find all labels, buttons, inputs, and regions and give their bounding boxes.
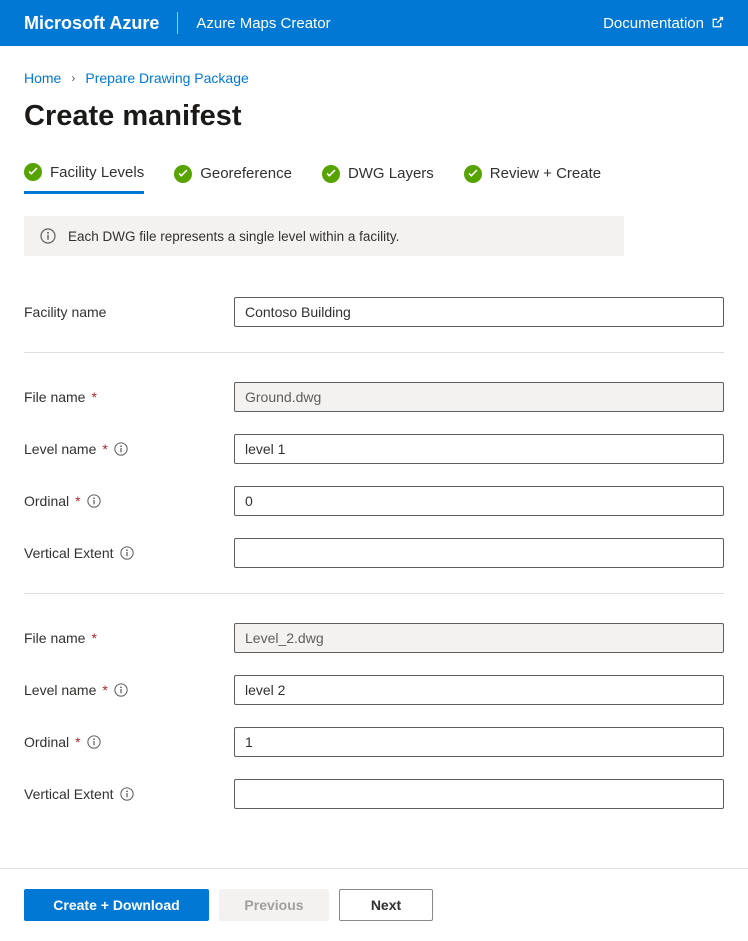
file-name-label: File name * bbox=[24, 389, 234, 405]
vertical-extent-input[interactable] bbox=[234, 779, 724, 809]
breadcrumb: Home › Prepare Drawing Package bbox=[24, 70, 724, 86]
tab-dwg-layers[interactable]: DWG Layers bbox=[322, 163, 434, 194]
required-asterisk: * bbox=[75, 493, 80, 509]
label-text: Level name bbox=[24, 682, 96, 698]
facility-name-input[interactable] bbox=[234, 297, 724, 327]
brand-label: Microsoft Azure bbox=[24, 13, 159, 34]
info-icon[interactable] bbox=[114, 683, 128, 697]
info-icon[interactable] bbox=[120, 787, 134, 801]
tab-review-create[interactable]: Review + Create bbox=[464, 163, 601, 194]
level-name-input[interactable] bbox=[234, 675, 724, 705]
previous-button: Previous bbox=[219, 889, 329, 921]
label-text: Ordinal bbox=[24, 493, 69, 509]
label-text: File name bbox=[24, 389, 85, 405]
tab-label: DWG Layers bbox=[348, 165, 434, 182]
check-circle-icon bbox=[322, 165, 340, 183]
external-link-icon bbox=[710, 16, 724, 30]
info-icon[interactable] bbox=[114, 442, 128, 456]
required-asterisk: * bbox=[102, 441, 107, 457]
ordinal-input[interactable] bbox=[234, 727, 724, 757]
info-icon[interactable] bbox=[120, 546, 134, 560]
info-message-bar: Each DWG file represents a single level … bbox=[24, 216, 624, 256]
info-message-text: Each DWG file represents a single level … bbox=[68, 229, 399, 244]
tab-georeference[interactable]: Georeference bbox=[174, 163, 292, 194]
check-circle-icon bbox=[24, 163, 42, 181]
divider bbox=[24, 352, 724, 353]
vertical-extent-input[interactable] bbox=[234, 538, 724, 568]
footer-bar: Create + Download Previous Next bbox=[0, 868, 748, 941]
check-circle-icon bbox=[464, 165, 482, 183]
level-name-row: Level name * bbox=[24, 423, 724, 475]
file-name-input bbox=[234, 623, 724, 653]
file-name-label: File name * bbox=[24, 630, 234, 646]
breadcrumb-prepare[interactable]: Prepare Drawing Package bbox=[85, 70, 248, 86]
required-asterisk: * bbox=[91, 630, 96, 646]
banner-divider bbox=[177, 12, 178, 34]
wizard-tabs: Facility Levels Georeference DWG Layers … bbox=[24, 163, 724, 194]
tab-label: Georeference bbox=[200, 165, 292, 182]
vertical-extent-label: Vertical Extent bbox=[24, 786, 234, 802]
check-circle-icon bbox=[174, 165, 192, 183]
vertical-extent-label: Vertical Extent bbox=[24, 545, 234, 561]
top-banner: Microsoft Azure Azure Maps Creator Docum… bbox=[0, 0, 748, 46]
required-asterisk: * bbox=[75, 734, 80, 750]
breadcrumb-home[interactable]: Home bbox=[24, 70, 61, 86]
file-name-input bbox=[234, 382, 724, 412]
documentation-link-label: Documentation bbox=[603, 15, 704, 32]
label-text: Vertical Extent bbox=[24, 786, 114, 802]
tab-label: Review + Create bbox=[490, 165, 601, 182]
label-text: Ordinal bbox=[24, 734, 69, 750]
label-text: Level name bbox=[24, 441, 96, 457]
level-name-row: Level name * bbox=[24, 664, 724, 716]
chevron-right-icon: › bbox=[71, 71, 75, 85]
level-name-input[interactable] bbox=[234, 434, 724, 464]
next-button[interactable]: Next bbox=[339, 889, 433, 921]
required-asterisk: * bbox=[102, 682, 107, 698]
label-text: Facility name bbox=[24, 304, 106, 320]
vertical-extent-row: Vertical Extent bbox=[24, 527, 724, 579]
info-icon[interactable] bbox=[87, 735, 101, 749]
tab-label: Facility Levels bbox=[50, 164, 144, 181]
ordinal-label: Ordinal * bbox=[24, 493, 234, 509]
documentation-link[interactable]: Documentation bbox=[603, 15, 724, 32]
vertical-extent-row: Vertical Extent bbox=[24, 768, 724, 820]
product-subtitle: Azure Maps Creator bbox=[196, 15, 330, 32]
ordinal-input[interactable] bbox=[234, 486, 724, 516]
file-name-row: File name * bbox=[24, 612, 724, 664]
divider bbox=[24, 593, 724, 594]
facility-name-row: Facility name bbox=[24, 286, 724, 338]
label-text: File name bbox=[24, 630, 85, 646]
level-name-label: Level name * bbox=[24, 441, 234, 457]
info-icon bbox=[40, 228, 56, 244]
facility-name-label: Facility name bbox=[24, 304, 234, 320]
level-name-label: Level name * bbox=[24, 682, 234, 698]
page-title: Create manifest bbox=[24, 100, 724, 133]
ordinal-label: Ordinal * bbox=[24, 734, 234, 750]
ordinal-row: Ordinal * bbox=[24, 716, 724, 768]
tab-facility-levels[interactable]: Facility Levels bbox=[24, 163, 144, 194]
required-asterisk: * bbox=[91, 389, 96, 405]
file-name-row: File name * bbox=[24, 371, 724, 423]
ordinal-row: Ordinal * bbox=[24, 475, 724, 527]
create-download-button[interactable]: Create + Download bbox=[24, 889, 209, 921]
label-text: Vertical Extent bbox=[24, 545, 114, 561]
info-icon[interactable] bbox=[87, 494, 101, 508]
